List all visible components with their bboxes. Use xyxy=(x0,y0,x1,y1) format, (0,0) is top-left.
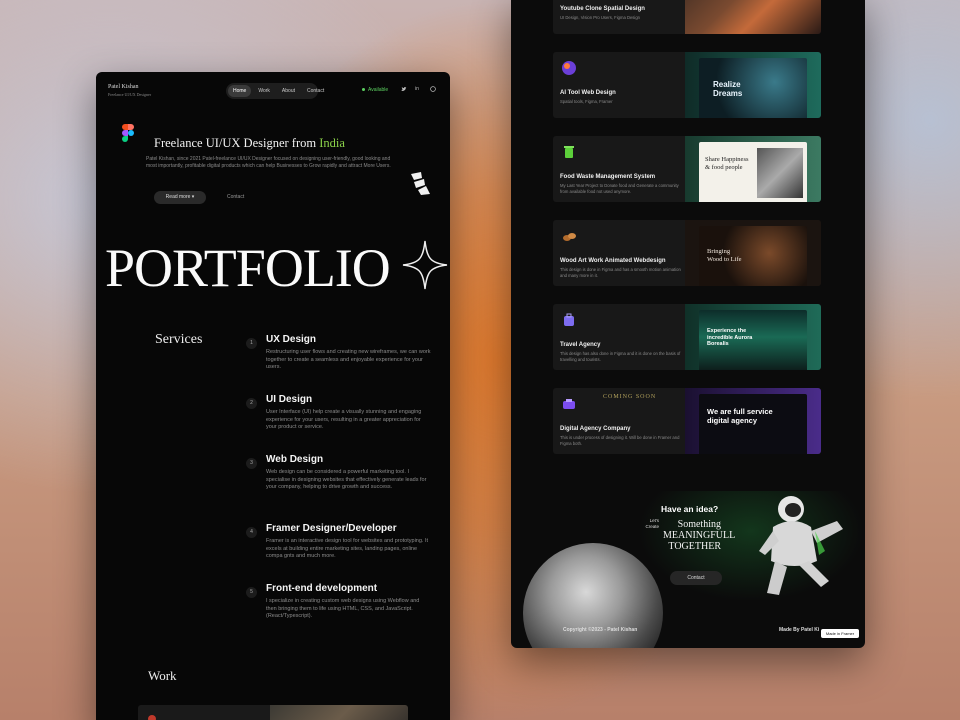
service-desc: Framer is an interactive design tool for… xyxy=(266,538,429,559)
project-desc: This design has also done in Figma and i… xyxy=(560,351,681,362)
made-in-framer-badge[interactable]: Made in Framer xyxy=(821,629,859,638)
sparkle-star-icon xyxy=(402,240,448,290)
hero-headline: Freelance UI/UX Designer from India xyxy=(154,136,345,151)
headline-text: Freelance UI/UX Designer from xyxy=(154,136,320,150)
twitter-icon[interactable] xyxy=(401,86,407,94)
cta-headline: Something MEANINGFULL TOGETHER xyxy=(663,519,736,552)
nav-menu: Home Work About Contact xyxy=(226,83,324,99)
service-number: 4 xyxy=(246,527,257,538)
project-logo-icon xyxy=(148,715,156,720)
nav-contact[interactable]: Contact xyxy=(302,85,329,97)
service-desc: I specialize in creating custom web desi… xyxy=(266,598,420,619)
suitcase-icon xyxy=(564,313,574,326)
headline-country: India xyxy=(319,136,345,150)
top-nav: Patel Kishan Freelance UI/UX Designer Ho… xyxy=(96,72,450,108)
project-card-travel[interactable]: Travel Agency This design has also done … xyxy=(553,304,821,370)
project-screenshot: Share Happiness & food people xyxy=(685,136,821,202)
project-title: Youtube Clone Spatial Design xyxy=(560,6,645,12)
portfolio-work-screen: Youtube Clone Spatial Design UI Design, … xyxy=(511,0,865,648)
service-title: Framer Designer/Developer xyxy=(266,523,397,534)
chevron-down-icon: ▾ xyxy=(191,194,195,200)
shot-text: Realize Dreams xyxy=(713,80,743,98)
brand-name: Patel Kishan xyxy=(108,84,139,90)
brand[interactable]: Patel Kishan Freelance UI/UX Designer xyxy=(108,84,151,98)
work-card[interactable] xyxy=(138,705,408,720)
shot-text: Experience the incredible Aurora Boreali… xyxy=(707,328,753,347)
portfolio-title: PORTFOLIO xyxy=(105,238,391,298)
service-number: 1 xyxy=(246,338,257,349)
project-title: AI Tool Web Design xyxy=(560,90,616,96)
service-desc: User Interface (UI) help create a visual… xyxy=(266,409,422,430)
project-card-youtube[interactable]: Youtube Clone Spatial Design UI Design, … xyxy=(553,0,821,34)
astronaut-illustration xyxy=(759,496,843,595)
project-desc: My Last Year Project to Donate food and … xyxy=(560,183,679,194)
project-card-digital-agency[interactable]: COMING SOON Digital Agency Company This … xyxy=(553,388,821,454)
food-bin-icon xyxy=(564,146,574,158)
service-title: UI Design xyxy=(266,394,313,405)
shot-text: Bringing Wood to Life xyxy=(707,248,742,263)
project-desc: This is under process of designing it. W… xyxy=(560,435,680,446)
shot-image xyxy=(757,148,803,198)
cta-line-2: MEANINGFULL xyxy=(663,530,736,541)
project-card-wood-art[interactable]: Wood Art Work Animated Webdesign This de… xyxy=(553,220,821,286)
read-more-label: Read more xyxy=(165,194,191,200)
dribbble-icon[interactable] xyxy=(430,86,436,94)
project-screenshot: Bringing Wood to Life xyxy=(685,220,821,286)
contact-link[interactable]: Contact xyxy=(227,194,244,200)
framer-logo-icon xyxy=(411,172,430,195)
figma-logo-icon xyxy=(122,124,134,148)
availability-status: Available xyxy=(362,87,388,93)
nav-about[interactable]: About xyxy=(277,85,300,97)
cta-line-3: TOGETHER xyxy=(668,541,721,552)
contact-button[interactable]: Contact xyxy=(670,571,722,585)
service-title: UX Design xyxy=(266,334,317,345)
service-desc: Restructuring user flows and creating ne… xyxy=(266,349,431,370)
nav-home[interactable]: Home xyxy=(228,85,252,97)
project-screenshot: Realize Dreams xyxy=(685,52,821,118)
project-screenshot xyxy=(685,0,821,34)
made-by-text: Made By Patel Ki xyxy=(779,627,820,633)
portfolio-home-screen: Patel Kishan Freelance UI/UX Designer Ho… xyxy=(96,72,450,720)
wood-logs-icon xyxy=(563,233,576,241)
nav-work[interactable]: Work xyxy=(253,85,275,97)
project-desc: This design is done in Figma and has a s… xyxy=(560,267,681,278)
cta-line-1: Something xyxy=(677,519,721,530)
project-card-ai-tool[interactable]: AI Tool Web Design Spatial tools, Figma,… xyxy=(553,52,821,118)
service-desc: Web design can be considered a powerful … xyxy=(266,469,427,490)
service-number: 2 xyxy=(246,398,257,409)
footer: Copyright ©2023 - Patel Kishan Made By P… xyxy=(511,617,865,648)
cta-question: Have an idea? xyxy=(661,504,719,514)
services-heading: Services xyxy=(155,332,203,347)
project-title: Food Waste Management System xyxy=(560,174,656,180)
coming-soon-badge: COMING SOON xyxy=(603,394,657,400)
shot-text: Share Happiness & food people xyxy=(705,156,749,171)
project-desc: Spatial tools, Figma, Framer xyxy=(560,99,613,104)
project-thumbnail xyxy=(270,705,408,720)
project-title: Digital Agency Company xyxy=(560,426,631,432)
project-screenshot: Experience the incredible Aurora Boreali… xyxy=(685,304,821,370)
agency-icon xyxy=(563,399,575,409)
linkedin-icon[interactable]: in xyxy=(415,86,419,92)
read-more-button[interactable]: Read more ▾ xyxy=(154,191,206,204)
ai-orb-icon xyxy=(562,61,576,75)
cta-section: Have an idea? Let's Create Something MEA… xyxy=(511,491,865,648)
service-number: 5 xyxy=(246,587,257,598)
work-heading: Work xyxy=(148,668,177,683)
project-desc: UI Design, Vision Pro Users, Figma Desig… xyxy=(560,15,640,20)
copyright-text: Copyright ©2023 - Patel Kishan xyxy=(563,627,638,633)
shot-text: We are full service digital agency xyxy=(707,407,773,425)
service-title: Web Design xyxy=(266,454,324,465)
brand-subtitle: Freelance UI/UX Designer xyxy=(108,92,152,97)
intro-paragraph: Patel Kishan, since 2021 Patel-freelance… xyxy=(146,156,391,169)
project-screenshot: We are full service digital agency xyxy=(685,388,821,454)
cta-lets: Let's Create xyxy=(645,518,659,529)
service-number: 3 xyxy=(246,458,257,469)
service-title: Front-end development xyxy=(266,583,378,594)
project-title: Wood Art Work Animated Webdesign xyxy=(560,258,666,264)
project-card-food-waste[interactable]: Food Waste Management System My Last Yea… xyxy=(553,136,821,202)
project-title: Travel Agency xyxy=(560,342,601,348)
